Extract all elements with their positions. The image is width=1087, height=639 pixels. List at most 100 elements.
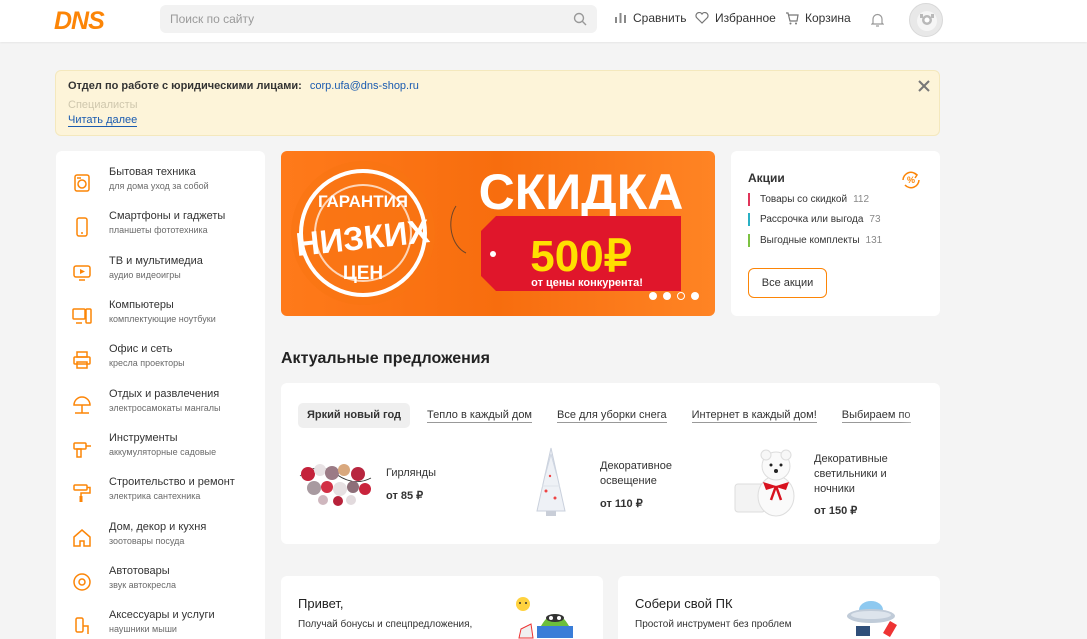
bell-icon[interactable] xyxy=(871,13,884,27)
avatar[interactable] xyxy=(909,3,943,37)
sidebar-item-label: Аксессуары и услуги xyxy=(109,609,215,621)
sidebar-item-label: Смартфоны и гаджеты xyxy=(109,210,226,222)
tab-warm-home[interactable]: Тепло в каждый дом xyxy=(419,403,540,428)
tab-bright-new-year[interactable]: Яркий новый год xyxy=(298,403,411,428)
promo-item-count: 112 xyxy=(853,194,870,205)
sidebar-item-sub: наушники мыши xyxy=(109,624,177,634)
sidebar-item-sub: звук автокресла xyxy=(109,580,176,590)
sidebar-item-sub: аудио видеоигры xyxy=(109,270,181,280)
robot-mascot-icon xyxy=(516,597,573,639)
product-name: Декоративное xyxy=(600,460,672,472)
sidebar-item-label: Строительство и ремонт xyxy=(109,476,235,488)
sidebar-item-label: Офис и сеть xyxy=(109,343,173,355)
product-price: от 85 ₽ xyxy=(386,490,424,502)
bonus-card[interactable]: Привет, Получай бонусы и спецпредложения… xyxy=(281,576,603,639)
tab-label: Все для уборки снега xyxy=(557,409,667,423)
sidebar-item-sub: для дома уход за собой xyxy=(109,181,209,191)
bear-lamp-image xyxy=(734,449,795,517)
catalog-sidebar: Бытовая техника для дома уход за собой С… xyxy=(56,151,265,639)
tab-label: Интернет в каждый дом! xyxy=(691,409,817,423)
offers-card: Яркий новый год Тепло в каждый дом Все д… xyxy=(281,383,940,544)
sidebar-item-auto[interactable]: Автотовары звук автокресла xyxy=(56,563,265,603)
computer-icon xyxy=(72,308,92,324)
banner-tag-text: от цены конкурента! xyxy=(531,277,643,289)
svg-text:%: % xyxy=(907,175,915,185)
sidebar-item-leisure[interactable]: Отдых и развлечения электросамокаты манг… xyxy=(56,386,265,426)
carousel-dot[interactable] xyxy=(663,292,671,300)
sidebar-item-label: Дом, декор и кухня xyxy=(109,521,207,533)
bonus-card-text: Получай бонусы и спецпредложения, xyxy=(298,619,473,630)
pc-builder-text: Простой инструмент без проблем xyxy=(635,619,792,630)
sidebar-item-sub: электросамокаты мангалы xyxy=(109,403,221,413)
tab-label: Тепло в каждый дом xyxy=(427,409,532,423)
sidebar-item-appliances[interactable]: Бытовая техника для дома уход за собой xyxy=(56,164,265,204)
house-icon xyxy=(73,529,91,547)
sidebar-item-sub: планшеты фототехника xyxy=(109,225,208,235)
smartphone-icon xyxy=(76,217,88,237)
dns-logo[interactable]: DNS xyxy=(54,7,105,36)
ufo-icon xyxy=(847,601,897,638)
search-bar[interactable] xyxy=(160,5,597,33)
sidebar-item-construction[interactable]: Строительство и ремонт электрика сантехн… xyxy=(56,474,265,514)
product-decor-lighting[interactable]: Декоративное освещение от 110 ₽ xyxy=(521,446,721,526)
sidebar-item-sub: электрика сантехника xyxy=(109,491,201,501)
stamp-top-text: ГАРАНТИЯ xyxy=(318,192,408,211)
tab-snow-cleaning[interactable]: Все для уборки снега xyxy=(549,403,675,428)
sidebar-item-label: Инструменты xyxy=(109,432,178,444)
favorites-label: Избранное xyxy=(715,11,776,25)
compare-link[interactable]: Сравнить xyxy=(614,11,686,25)
heart-icon xyxy=(695,12,709,24)
promo-item-label: Рассрочка или выгода xyxy=(760,214,864,225)
product-name: Декоративные xyxy=(814,453,888,465)
read-more-link[interactable]: Читать далее xyxy=(68,114,138,127)
promo-item-label: Товары со скидкой xyxy=(760,194,848,205)
search-input[interactable] xyxy=(160,5,540,33)
sidebar-item-computers[interactable]: Компьютеры комплектующие ноутбуки xyxy=(56,297,265,337)
sidebar-item-tools[interactable]: Инструменты аккумуляторные садовые xyxy=(56,430,265,470)
carousel-dot[interactable] xyxy=(691,292,699,300)
carousel-dot[interactable] xyxy=(649,292,657,300)
garland-image xyxy=(299,464,372,506)
close-icon[interactable] xyxy=(917,79,931,93)
all-promotions-button[interactable]: Все акции xyxy=(748,268,827,298)
tab-internet-home[interactable]: Интернет в каждый дом! xyxy=(684,403,825,428)
promo-banner[interactable]: ГАРАНТИЯ НИЗКИХ ЦЕН СКИДКА 500₽ от цены … xyxy=(281,151,715,316)
sidebar-item-label: Компьютеры xyxy=(109,299,174,311)
promotions-title: Акции xyxy=(748,171,785,185)
promo-discounts-link[interactable]: Товары со скидкой 112 xyxy=(748,193,869,206)
promo-item-count: 131 xyxy=(865,235,883,246)
sidebar-item-office[interactable]: Офис и сеть кресла проекторы xyxy=(56,341,265,381)
sidebar-item-label: Отдых и развлечения xyxy=(109,388,220,400)
percent-icon: % xyxy=(902,171,920,189)
sidebar-item-smartphones[interactable]: Смартфоны и гаджеты планшеты фототехника xyxy=(56,208,265,248)
product-garlands[interactable]: Гирлянды от 85 ₽ xyxy=(298,446,498,526)
sidebar-item-accessories[interactable]: Аксессуары и услуги наушники мыши xyxy=(56,607,265,639)
accessories-icon xyxy=(75,617,89,634)
search-icon[interactable] xyxy=(573,12,587,26)
sidebar-item-home[interactable]: Дом, декор и кухня зоотовары посуда xyxy=(56,519,265,559)
printer-icon xyxy=(73,351,91,369)
notice-email-link[interactable]: corp.ufa@dns-shop.ru xyxy=(310,80,419,92)
compare-icon xyxy=(615,13,626,23)
tv-icon xyxy=(73,265,91,281)
notice-second-line: Специалисты xyxy=(68,99,138,111)
product-price: от 110 ₽ xyxy=(600,498,643,510)
avatar-icon xyxy=(917,11,937,31)
offers-tabs: Яркий новый год Тепло в каждый дом Все д… xyxy=(298,403,928,428)
sidebar-item-tv[interactable]: ТВ и мультимедиа аудио видеоигры xyxy=(56,253,265,293)
pc-builder-card[interactable]: Собери свой ПК Простой инструмент без пр… xyxy=(618,576,940,639)
cart-link[interactable]: Корзина xyxy=(785,11,851,25)
sidebar-item-sub: аккумуляторные садовые xyxy=(109,447,217,457)
appliance-icon xyxy=(74,174,90,192)
promo-installment-link[interactable]: Рассрочка или выгода 73 xyxy=(748,213,881,226)
promo-bundles-link[interactable]: Выгодные комплекты 131 xyxy=(748,234,882,247)
offers-title: Актуальные предложения xyxy=(281,350,490,367)
umbrella-icon xyxy=(73,396,91,414)
favorites-link[interactable]: Избранное xyxy=(695,11,776,25)
cart-label: Корзина xyxy=(805,11,851,25)
carousel-dots xyxy=(649,292,699,300)
carousel-dot-active[interactable] xyxy=(677,292,685,300)
product-decor-night-lights[interactable]: Декоративные светильники и ночники от 15… xyxy=(731,446,931,526)
product-name: Гирлянды xyxy=(386,467,436,479)
sidebar-item-sub: зоотовары посуда xyxy=(109,536,185,546)
